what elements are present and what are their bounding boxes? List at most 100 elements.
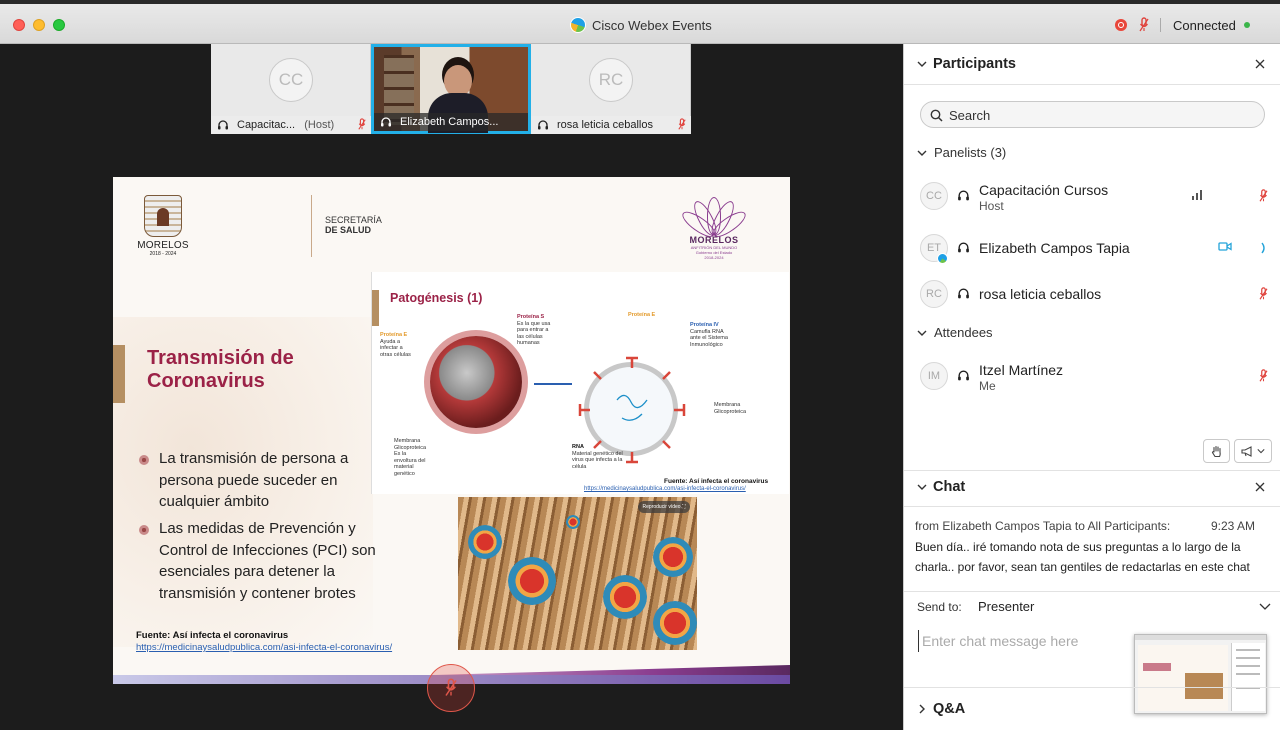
muted-mic-icon[interactable] [1259, 189, 1268, 203]
avatar: CC [920, 182, 948, 210]
send-to-label: Send to: [917, 600, 962, 614]
thumbnail-capacitacion[interactable]: CC Capacitac... (Host) [211, 44, 371, 134]
label-proteina-e-left: Proteína E Ayuda a infectar a otras célul… [380, 332, 411, 358]
participant-row[interactable]: ET Elizabeth Campos Tapia [904, 228, 1280, 268]
title-accent-bar [113, 345, 125, 403]
logo-right-sub3: 2018-2024 [704, 255, 724, 260]
connection-dot-icon [1244, 22, 1250, 28]
thumbnail-elizabeth-active-speaker[interactable]: Elizabeth Campos... [371, 44, 531, 134]
bullet-1: La transmisión de persona a persona pued… [139, 448, 379, 514]
recording-indicator-icon[interactable] [1115, 19, 1127, 31]
label-membrana-left: Membrana Glicoproteica Es la envoltura de… [394, 438, 427, 477]
chat-title: Chat [933, 479, 966, 495]
megaphone-icon [1241, 445, 1252, 457]
send-to-select[interactable]: Presenter [978, 599, 1034, 614]
video-thumbnails: CC Capacitac... (Host) Elizabeth Campos.… [211, 44, 691, 134]
close-icon[interactable] [1255, 59, 1265, 69]
logo-divider [311, 195, 312, 257]
attendees-group[interactable]: Attendees [904, 323, 1280, 345]
secretaria-line2: DE SALUD [325, 225, 372, 235]
headset-icon [958, 288, 969, 299]
label-rna: RNA Material genético del virus que infec… [572, 444, 623, 470]
minimize-window-button[interactable] [33, 19, 45, 31]
divider [904, 506, 1280, 507]
participant-name: rosa leticia ceballos [979, 286, 1102, 302]
participant-row[interactable]: CC Capacitación Cursos Host [904, 176, 1280, 216]
video-camera-icon [1218, 242, 1232, 251]
patho-source: Fuente: Así infecta el coronavirus [664, 478, 769, 485]
participant-search[interactable] [920, 101, 1265, 128]
chevron-down-icon [1257, 449, 1265, 454]
participant-name: Elizabeth Campos Tapia [979, 240, 1130, 256]
participant-name: Capacitación Cursos [979, 182, 1109, 198]
close-icon[interactable] [1255, 482, 1265, 492]
close-window-button[interactable] [13, 19, 25, 31]
panelists-group[interactable]: Panelists (3) [904, 143, 1280, 165]
logo-left-name: MORELOS [137, 240, 189, 251]
avatar: RC [589, 58, 633, 102]
webex-status-icon [937, 253, 948, 264]
morelos-lotus-logo: MORELOS ANFITRIÓN DEL MUNDO Gobierno del… [678, 187, 750, 267]
headset-icon [381, 117, 391, 127]
participant-name: Itzel Martínez [979, 362, 1064, 378]
participant-role: Me [979, 379, 996, 393]
webex-logo-icon [570, 17, 586, 33]
headset-icon [958, 370, 969, 381]
title-separator [1160, 18, 1161, 32]
muted-mic-icon[interactable] [1259, 369, 1268, 383]
muted-mic-icon [445, 678, 457, 696]
chevron-right-icon [919, 704, 925, 714]
thumbnail-role: (Host) [304, 119, 335, 131]
qa-title: Q&A [933, 701, 966, 717]
chat-message-input[interactable] [918, 630, 1123, 652]
label-proteina-s: Proteína S Es la que usa para entrar a la… [517, 314, 551, 346]
secretaria-de-salud: SECRETARÍA DE SALUD [325, 215, 382, 235]
participant-row[interactable]: RC rosa leticia ceballos [904, 274, 1280, 314]
bullet-text: Las medidas de Prevención y Control de I… [159, 520, 376, 602]
network-signal-icon [1192, 190, 1202, 200]
hand-icon [1211, 445, 1221, 457]
label-proteina-e-top: Proteína E [628, 312, 656, 318]
arrow-line [534, 383, 572, 385]
unmute-button[interactable] [427, 664, 475, 712]
participants-title: Participants [933, 56, 1016, 72]
title-group: Cisco Webex Events [570, 16, 712, 34]
divider [904, 84, 1280, 85]
patho-title: Patogénesis (1) [390, 291, 483, 305]
patho-accent-bar [372, 290, 379, 326]
divider [904, 591, 1280, 592]
reactions-menu-button[interactable] [1234, 439, 1272, 463]
bullet-dot-icon [139, 455, 149, 465]
slide-source-title: Fuente: Así infecta el coronavirus [136, 630, 289, 641]
slide-source-link[interactable]: https://medicinaysaludpublica.com/asi-in… [136, 642, 392, 653]
chevron-down-icon [917, 150, 927, 156]
participants-header[interactable]: Participants [904, 44, 1280, 84]
connection-status: Connected [1173, 18, 1236, 33]
photo-expand-button[interactable]: Reproducir vídeo ⛶ [638, 501, 690, 513]
secretaria-line1: SECRETARÍA [325, 215, 382, 225]
raise-hand-button[interactable] [1203, 439, 1230, 463]
shared-presentation-slide: MORELOS 2018 - 2024 SECRETARÍA DE SALUD … [113, 177, 790, 684]
thumbnail-rosa[interactable]: RC rosa leticia ceballos [531, 44, 691, 134]
zoom-window-button[interactable] [53, 19, 65, 31]
chevron-down-icon[interactable] [1259, 601, 1271, 611]
qa-header[interactable]: Q&A [904, 688, 1280, 730]
side-panel: Participants Panelists (3) CC Capacitaci… [903, 44, 1280, 730]
bullet-dot-icon [139, 525, 149, 535]
muted-mic-icon[interactable] [1259, 287, 1268, 301]
coronavirus-image [430, 336, 522, 428]
meeting-stage: CC Capacitac... (Host) Elizabeth Campos.… [0, 44, 903, 730]
title-bar: Cisco Webex Events Connected [0, 0, 1280, 44]
window-title: Cisco Webex Events [592, 17, 712, 33]
search-input[interactable] [949, 106, 1249, 124]
participant-row[interactable]: IM Itzel Martínez Me [904, 356, 1280, 396]
muted-mic-icon[interactable] [1139, 17, 1149, 33]
chat-header[interactable]: Chat [904, 467, 1280, 507]
logo-left-years: 2018 - 2024 [149, 251, 177, 257]
avatar: IM [920, 362, 948, 390]
patho-link[interactable]: https://medicinaysaludpublica.com/asi-in… [584, 486, 746, 492]
search-icon [930, 109, 943, 122]
headset-icon [958, 190, 969, 201]
thumbnail-label: Capacitac... (Host) [211, 116, 371, 134]
bullet-2: Las medidas de Prevención y Control de I… [139, 518, 379, 608]
